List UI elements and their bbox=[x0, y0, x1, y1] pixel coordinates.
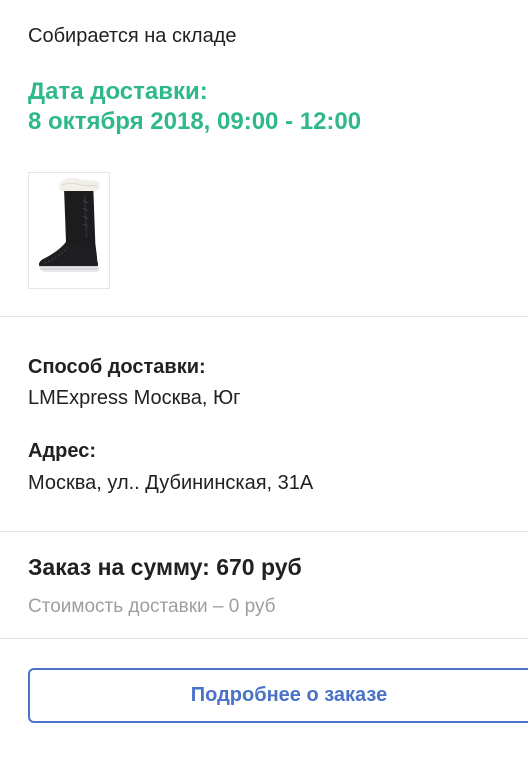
order-total: Заказ на сумму: 670 руб bbox=[28, 554, 302, 580]
order-status-section: Собирается на складе Дата доставки: 8 ок… bbox=[0, 0, 528, 316]
address-label: Адрес: bbox=[28, 440, 96, 462]
order-details-button[interactable]: Подробнее о заказе bbox=[28, 668, 528, 723]
divider bbox=[0, 638, 528, 639]
delivery-method-label: Способ доставки: bbox=[28, 356, 206, 378]
winter-boot-icon bbox=[29, 173, 109, 288]
delivery-date-label: Дата доставки: bbox=[28, 78, 208, 105]
delivery-date-block: Дата доставки: 8 октября 2018, 09:00 - 1… bbox=[28, 77, 361, 137]
address-value: Москва, ул.. Дубининская, 31А bbox=[28, 472, 314, 494]
divider bbox=[0, 531, 528, 532]
product-thumbnail[interactable] bbox=[28, 172, 110, 289]
delivery-method-value: LMExpress Москва, Юг bbox=[28, 387, 241, 409]
delivery-date-value: 8 октября 2018, 09:00 - 12:00 bbox=[28, 108, 362, 135]
divider bbox=[0, 316, 528, 317]
order-status-text: Собирается на складе bbox=[28, 25, 237, 47]
delivery-cost: Стоимость доставки – 0 руб bbox=[28, 596, 276, 617]
